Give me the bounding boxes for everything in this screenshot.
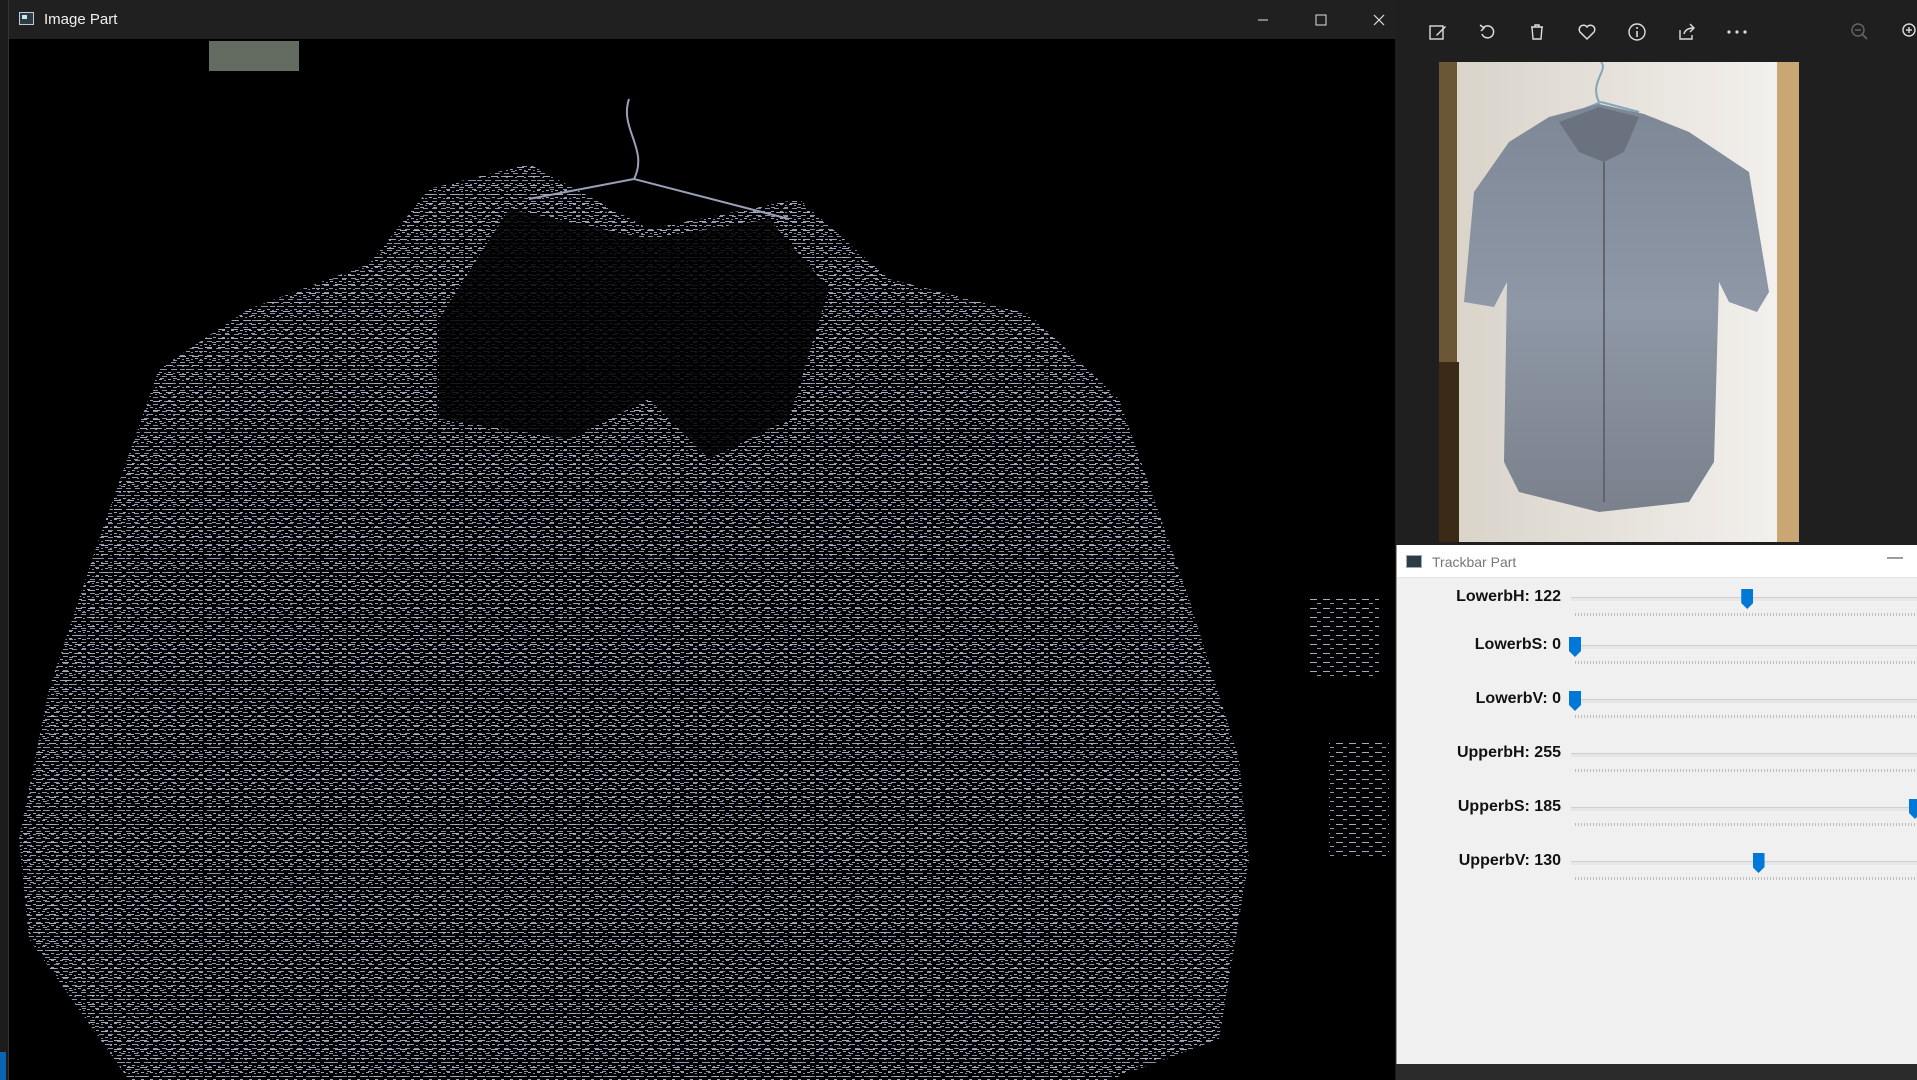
trackbar-label: UpperbS: 185 bbox=[1457, 798, 1561, 815]
trash-icon[interactable] bbox=[1523, 18, 1551, 46]
zoom-out-icon[interactable] bbox=[1846, 18, 1874, 46]
trackbar-label: LowerbS: 0 bbox=[1474, 636, 1561, 653]
trackbar-track[interactable] bbox=[1571, 645, 1917, 649]
trackbar-thumb[interactable] bbox=[1569, 637, 1581, 657]
zoom-in-icon[interactable] bbox=[1897, 18, 1917, 46]
trackbar-thumb[interactable] bbox=[1752, 853, 1765, 873]
minimize-icon[interactable]: — bbox=[1887, 549, 1903, 567]
trackbar-upperbs: UpperbS: 185 bbox=[1397, 796, 1917, 840]
trackbar-track[interactable] bbox=[1571, 699, 1917, 703]
window-app-icon bbox=[1406, 555, 1422, 568]
trackbar-upperbh: UpperbH: 255 bbox=[1397, 742, 1917, 786]
trackbar-part-window: Trackbar Part — LowerbH: 122 LowerbS: 0 … bbox=[1396, 545, 1917, 1080]
window-bottom-edge bbox=[1396, 1064, 1917, 1080]
trackbar-ticks bbox=[1575, 823, 1917, 826]
trackbar-thumb[interactable] bbox=[1741, 589, 1754, 609]
trackbar-ticks bbox=[1575, 661, 1917, 664]
edit-image-icon[interactable] bbox=[1424, 18, 1452, 46]
window-app-icon bbox=[19, 12, 34, 25]
taskbar-edge bbox=[0, 1052, 6, 1080]
mask-image-canvas bbox=[9, 39, 1395, 1080]
trackbar-track[interactable] bbox=[1571, 861, 1917, 865]
share-icon[interactable] bbox=[1673, 18, 1701, 46]
trackbar-window-titlebar[interactable]: Trackbar Part — bbox=[1397, 545, 1917, 578]
trackbar-track[interactable] bbox=[1571, 753, 1917, 757]
rotate-icon[interactable] bbox=[1474, 18, 1502, 46]
more-icon[interactable] bbox=[1723, 18, 1751, 46]
trackbar-thumb[interactable] bbox=[1909, 799, 1917, 819]
trackbar-lowerbh: LowerbH: 122 bbox=[1397, 586, 1917, 630]
trackbar-lowerbs: LowerbS: 0 bbox=[1397, 634, 1917, 678]
photos-viewer bbox=[1395, 0, 1917, 545]
trackbar-lowerbv: LowerbV: 0 bbox=[1397, 688, 1917, 732]
trackbar-track[interactable] bbox=[1571, 807, 1917, 811]
image-window-title: Image Part bbox=[44, 11, 118, 28]
trackbar-thumb[interactable] bbox=[1569, 691, 1581, 711]
shirt-photo bbox=[1439, 62, 1799, 542]
trackbar-ticks bbox=[1575, 769, 1917, 772]
trackbar-ticks bbox=[1575, 715, 1917, 718]
trackbar-ticks bbox=[1575, 877, 1917, 880]
image-part-window: Image Part bbox=[8, 0, 1395, 1080]
trackbar-label: UpperbV: 130 bbox=[1458, 852, 1561, 869]
trackbar-window-title: Trackbar Part bbox=[1432, 554, 1517, 570]
minimize-icon[interactable] bbox=[1234, 0, 1292, 39]
trackbar-ticks bbox=[1575, 613, 1917, 616]
heart-icon[interactable] bbox=[1573, 18, 1601, 46]
trackbar-label: LowerbH: 122 bbox=[1456, 588, 1561, 605]
info-icon[interactable] bbox=[1623, 18, 1651, 46]
trackbar-label: LowerbV: 0 bbox=[1475, 690, 1561, 707]
maximize-icon[interactable] bbox=[1292, 0, 1350, 39]
trackbar-upperbv: UpperbV: 130 bbox=[1397, 850, 1917, 894]
trackbar-label: UpperbH: 255 bbox=[1456, 744, 1561, 761]
image-window-titlebar[interactable]: Image Part bbox=[9, 0, 1395, 39]
